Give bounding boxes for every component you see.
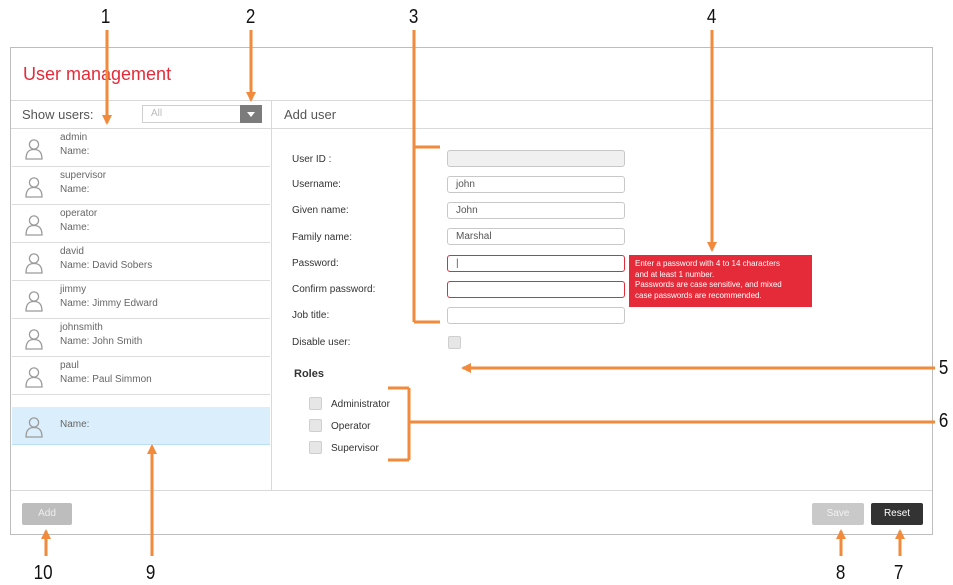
callout-overlay xyxy=(41,30,935,556)
